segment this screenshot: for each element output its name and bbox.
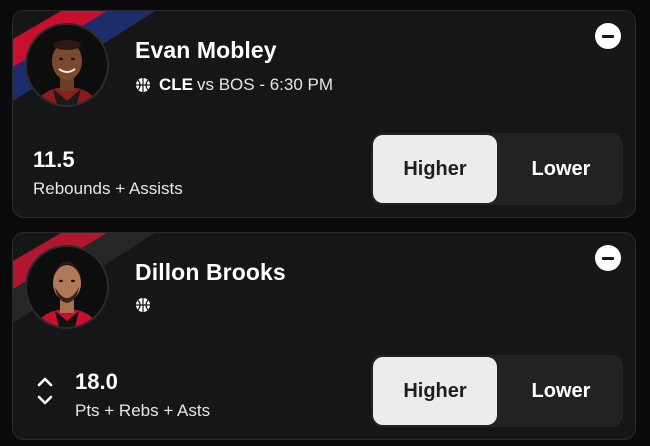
player-name: Dillon Brooks	[135, 259, 286, 285]
stat-type: Rebounds + Assists	[33, 179, 183, 198]
basketball-icon	[136, 78, 150, 92]
game-info	[135, 297, 159, 313]
lower-button[interactable]: Lower	[499, 355, 623, 427]
projection-line: 18.0	[75, 369, 118, 394]
player-avatar	[25, 245, 109, 329]
remove-pick-button[interactable]	[595, 245, 621, 271]
remove-pick-button[interactable]	[595, 23, 621, 49]
matchup-time: vs BOS - 6:30 PM	[197, 75, 334, 94]
higher-lower-toggle: Higher Lower	[371, 355, 623, 427]
lower-button[interactable]: Lower	[499, 133, 623, 205]
pick-card: Dillon Brooks 18.0 Pts + Rebs + Asts Hig…	[12, 232, 636, 440]
team-abbreviation: CLE	[159, 75, 193, 94]
player-avatar	[25, 23, 109, 107]
projection-line: 11.5	[33, 147, 75, 172]
player-name: Evan Mobley	[135, 37, 277, 63]
higher-button[interactable]: Higher	[373, 357, 497, 425]
higher-lower-toggle: Higher Lower	[371, 133, 623, 205]
pick-card: Evan Mobley CLE vs BOS - 6:30 PM 11.5 Re…	[12, 10, 636, 218]
chevron-up-down-icon[interactable]	[35, 373, 55, 409]
game-info: CLE vs BOS - 6:30 PM	[135, 75, 333, 95]
stat-type: Pts + Rebs + Asts	[75, 401, 211, 420]
basketball-icon	[136, 298, 150, 312]
higher-button[interactable]: Higher	[373, 135, 497, 203]
